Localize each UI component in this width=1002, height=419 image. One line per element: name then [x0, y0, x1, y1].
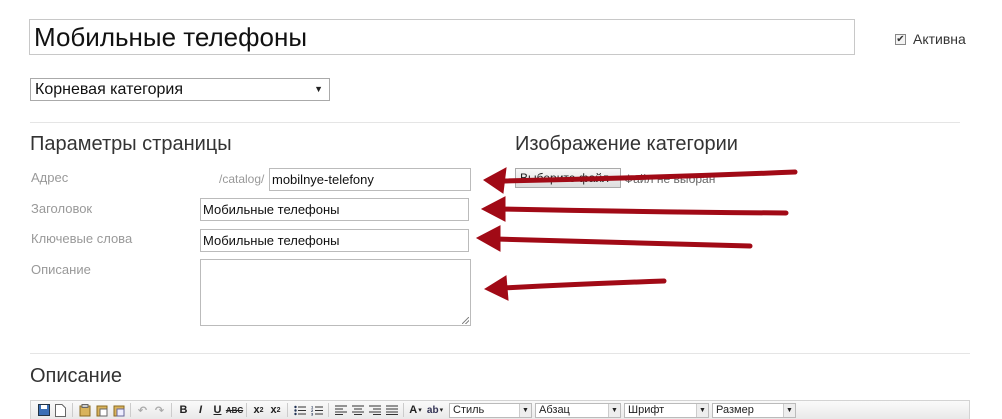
divider: [30, 353, 970, 354]
style-select-label: Стиль: [453, 403, 485, 416]
font-select[interactable]: Шрифт ▼: [624, 402, 709, 418]
size-select-label: Размер: [716, 403, 754, 416]
toolbar-separator: [287, 403, 288, 417]
paste-text-icon[interactable]: [110, 402, 127, 418]
align-justify-icon[interactable]: [383, 402, 400, 418]
annotation-arrows: [475, 167, 798, 301]
text-color-icon[interactable]: A ▾: [407, 402, 424, 418]
chevron-down-icon: ▼: [519, 403, 531, 417]
format-select-label: Абзац: [539, 403, 570, 416]
bulleted-list-icon[interactable]: [291, 402, 308, 418]
underline-icon[interactable]: U: [209, 402, 226, 418]
chevron-down-icon: ▼: [783, 403, 795, 417]
undo-icon[interactable]: ↶: [134, 402, 151, 418]
save-icon[interactable]: [35, 402, 52, 418]
italic-icon[interactable]: I: [192, 402, 209, 418]
align-left-icon[interactable]: [332, 402, 349, 418]
toolbar-separator: [403, 403, 404, 417]
size-select[interactable]: Размер ▼: [712, 402, 796, 418]
redo-icon[interactable]: ↷: [151, 402, 168, 418]
superscript-icon[interactable]: x2: [267, 402, 284, 418]
arrow-icon: [483, 275, 667, 301]
subscript-icon[interactable]: x2: [250, 402, 267, 418]
chevron-down-icon: ▼: [608, 403, 620, 417]
toolbar-separator: [130, 403, 131, 417]
align-center-icon[interactable]: [349, 402, 366, 418]
arrow-icon: [480, 196, 789, 222]
bold-icon[interactable]: B: [175, 402, 192, 418]
arrow-icon: [475, 225, 753, 252]
format-select[interactable]: Абзац ▼: [535, 402, 621, 418]
svg-text:3: 3: [311, 411, 314, 416]
toolbar-separator: [328, 403, 329, 417]
paste-icon[interactable]: [93, 402, 110, 418]
cut-icon[interactable]: [76, 402, 93, 418]
style-select[interactable]: Стиль ▼: [449, 402, 532, 418]
toolbar-separator: [171, 403, 172, 417]
toolbar-separator: [246, 403, 247, 417]
background-color-icon[interactable]: ab ▾: [424, 402, 446, 418]
description-heading: Описание: [30, 365, 123, 387]
numbered-list-icon[interactable]: 123: [308, 402, 325, 418]
new-page-icon[interactable]: [52, 402, 69, 418]
editor-toolbar: ↶ ↷ B I U ABC x2 x2 123 A ▾ ab ▾ Стиль ▼ Аб…: [30, 400, 970, 419]
font-select-label: Шрифт: [628, 403, 665, 416]
chevron-down-icon: ▼: [696, 403, 708, 417]
toolbar-separator: [72, 403, 73, 417]
align-right-icon[interactable]: [366, 402, 383, 418]
strikethrough-icon[interactable]: ABC: [226, 402, 243, 418]
arrow-icon: [483, 167, 798, 194]
